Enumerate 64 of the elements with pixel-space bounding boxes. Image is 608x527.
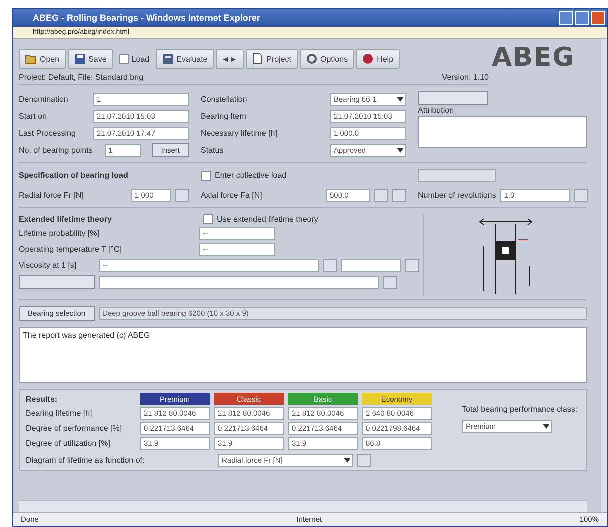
field-label: Status [201,146,224,154]
field-label: Necessary lifetime [h] [201,128,278,138]
field-label: Viscosity at 1 [s] [19,261,77,270]
field-label: Bearing Item [201,112,246,120]
checkbox[interactable] [201,170,211,180]
small-button[interactable] [175,188,189,202]
checkbox-label: Use extended lifetime theory [217,214,318,224]
minimize-button[interactable] [559,11,573,25]
project-info: Project: Default, File: Standard.bng [19,73,144,82]
horizontal-scrollbar[interactable] [19,500,587,512]
section-heading: Extended lifetime theory [19,214,113,224]
field-label: Last Processing [19,128,76,138]
maximize-button[interactable] [575,11,589,25]
field-label: Axial force Fa [N] [201,190,262,200]
small-button[interactable] [392,188,406,202]
toolbar-button[interactable]: Open [19,49,66,69]
field-label: Denomination [19,94,68,104]
field-label: Start on [19,112,48,120]
small-button[interactable] [374,188,388,202]
dropdown-arrow-icon [344,458,351,463]
field-label: Bearing lifetime [h] [26,409,94,418]
small-button[interactable] [574,188,588,202]
input-field[interactable] [418,169,496,182]
field-label: Degree of utilization [%] [26,439,112,448]
window-title: ABEG - Rolling Bearings - Windows Internet Explorer [33,13,260,23]
field-label: Diagram of lifetime as function of: [26,456,145,465]
checkbox-label: Enter collective load [215,171,287,180]
field-label: Total bearing performance class: [462,405,578,414]
field-label: No. of bearing points [19,146,93,154]
small-button[interactable] [383,276,397,288]
field-label: Radial force Fr [N] [19,190,84,200]
document-icon [252,53,264,65]
attribution-field[interactable] [418,116,587,148]
toolbar-button[interactable]: Help [356,49,400,69]
toolbar-button[interactable]: Project [246,49,298,69]
field-label: Number of revolutions [418,190,496,200]
dropdown-arrow-icon [397,96,404,102]
folder-icon [25,53,37,65]
small-button[interactable] [405,259,419,272]
field-label: Constellation [201,94,248,104]
small-button[interactable] [323,259,337,272]
checkbox[interactable] [118,54,129,64]
field-label: Operating temperature T [°C] [19,245,122,254]
input-field[interactable] [341,259,401,272]
dropdown-arrow-icon [397,148,404,152]
small-button[interactable] [357,454,371,467]
toolbar-button[interactable]: Options [300,49,354,69]
field-label: Attribution [418,106,456,115]
report-text: The report was generated (c) ABEG [19,327,587,383]
toolbar-button[interactable]: Evaluate [156,49,214,69]
toolbar-button[interactable]: ◄► [216,49,244,69]
section-heading: Specification of bearing load [19,171,130,180]
settings-icon [306,53,318,65]
field-label: Degree of performance [%] [26,424,124,433]
toolbar-label: Load [132,54,150,64]
toolbar-button[interactable]: Save [68,49,113,69]
dropdown-arrow-icon [543,424,550,429]
input-field[interactable] [99,276,379,288]
results-heading: Results: [26,394,59,404]
checkbox[interactable] [203,214,213,224]
field-label: Lifetime probability [%] [19,229,100,238]
close-button[interactable] [591,11,605,25]
logo: ABEG [492,43,575,75]
version-label: Version: 1.10 [442,73,489,82]
